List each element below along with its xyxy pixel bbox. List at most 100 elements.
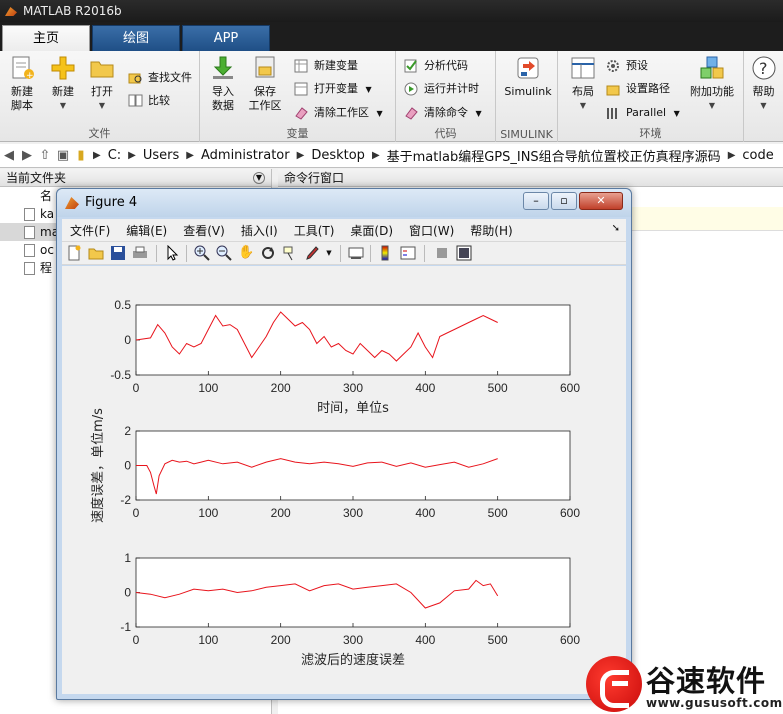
figure-titlebar[interactable]: Figure 4 – ▫ ✕ [57,189,631,217]
new-variable-button[interactable]: 新建变量 [294,57,358,75]
addons-button[interactable]: 附加功能 ▼ [686,55,738,113]
breadcrumb-item[interactable]: C: [108,148,121,163]
clear-workspace-button[interactable]: 清除工作区 ▼ [294,104,383,122]
figure-canvas[interactable]: 0 100 200 300 400 500 600 0.5 0 -0.5 时间，单位s 0 100 200… [62,266,626,694]
open-variable-icon [294,82,309,96]
rotate-icon[interactable] [260,245,276,261]
new-label: 新建 [52,85,74,98]
menu-view[interactable]: 查看(V) [183,222,225,239]
breadcrumb-item[interactable]: Users [143,148,179,163]
maximize-button[interactable]: ▫ [551,192,577,210]
gususoft-logo-icon [586,656,642,712]
new-figure-icon[interactable] [66,245,82,261]
x-tick-label: 300 [343,381,363,395]
x-tick-label: 500 [488,633,508,647]
new-script-button[interactable]: + 新建 脚本 [1,55,43,113]
menu-window[interactable]: 窗口(W) [409,222,454,239]
layout-dropdown-icon[interactable]: ▼ [562,99,604,113]
analyze-code-button[interactable]: 分析代码 [404,57,468,75]
clear-commands-button[interactable]: 清除命令 ▼ [404,104,482,122]
colorbar-icon[interactable] [378,245,394,261]
browse-folder-icon[interactable]: ▣ [54,148,72,163]
hide-plot-tools-icon[interactable] [434,245,450,261]
x-axis-label: 时间，单位s [317,401,389,416]
file-name: ka [40,207,55,221]
menu-help[interactable]: 帮助(H) [470,222,512,239]
breadcrumb-item[interactable]: 基于matlab编程GPS_INS组合导航位置校正仿真程序源码 [387,146,721,165]
back-arrow-icon[interactable]: ◀ [0,148,18,163]
new-button[interactable]: 新建 ▼ [42,55,84,113]
print-icon[interactable] [132,245,148,261]
open-button[interactable]: 打开 ▼ [81,55,123,113]
ribbon-group-simulink: Simulink SIMULINK [496,51,558,142]
figure-menubar: 文件(F) 编辑(E) 查看(V) 插入(I) 工具(T) 桌面(D) 窗口(W… [62,219,626,241]
menu-file[interactable]: 文件(F) [70,222,110,239]
minimize-button[interactable]: – [523,192,549,210]
brush-icon[interactable] [304,245,320,261]
panel-menu-icon[interactable]: ▼ [253,172,265,184]
breadcrumb-item[interactable]: Administrator [201,148,290,163]
menu-edit[interactable]: 编辑(E) [126,222,167,239]
new-dropdown-icon[interactable]: ▼ [42,99,84,113]
layout-button[interactable]: 布局 ▼ [562,55,604,113]
tab-apps[interactable]: APP [182,25,270,51]
x-tick-label: 200 [271,506,291,520]
clear-commands-icon [404,106,419,120]
save-icon[interactable] [110,245,126,261]
toolbar-separator [186,245,187,262]
legend-icon[interactable] [400,245,416,261]
app-title: MATLAB R2016b [23,4,122,18]
parallel-dropdown-icon[interactable]: ▼ [674,109,680,118]
svg-text:?: ? [759,59,768,78]
breadcrumb-item[interactable]: code [742,148,773,163]
tab-plots[interactable]: 绘图 [92,25,180,51]
clear-workspace-icon [294,106,309,120]
up-folder-icon[interactable]: ⇧ [36,148,54,163]
open-dropdown-icon[interactable]: ▼ [81,99,123,113]
compare-label: 比较 [148,94,170,107]
group-label-file: 文件 [88,127,111,140]
open-variable-button[interactable]: 打开变量 ▼ [294,80,372,98]
menu-desktop[interactable]: 桌面(D) [350,222,393,239]
show-plot-tools-icon[interactable] [456,245,472,261]
open-variable-dropdown-icon[interactable]: ▼ [366,85,372,94]
data-cursor-icon[interactable] [282,245,298,261]
run-and-time-button[interactable]: 运行并计时 [404,80,479,98]
dock-arrow-icon[interactable]: ➘ [612,223,620,234]
clear-commands-label: 清除命令 [424,106,468,119]
tab-home[interactable]: 主页 [2,25,90,51]
close-button[interactable]: ✕ [579,192,623,210]
help-question-icon: ? [751,55,777,81]
ribbon-group-code: 分析代码 运行并计时 清除命令 ▼ 代码 [396,51,496,142]
zoom-in-icon[interactable] [194,245,210,261]
simulink-label: Simulink [504,85,552,98]
menu-insert[interactable]: 插入(I) [241,222,278,239]
run-and-time-label: 运行并计时 [424,82,479,95]
preferences-button[interactable]: 预设 [606,57,648,75]
pointer-icon[interactable] [164,244,180,261]
x-tick-label: 100 [198,506,218,520]
breadcrumb-item[interactable]: Desktop [311,148,365,163]
set-path-button[interactable]: 设置路径 [606,80,670,98]
column-header-label: 名 [40,189,53,203]
compare-button[interactable]: 比较 [128,92,170,110]
simulink-button[interactable]: Simulink [504,55,552,99]
current-folder-header: 当前文件夹 ▼ [0,169,271,187]
link-icon[interactable] [348,245,364,261]
forward-arrow-icon[interactable]: ▶ [18,148,36,163]
pan-icon[interactable]: ✋ [238,245,254,261]
save-workspace-button[interactable]: 保存 工作区 [244,55,286,113]
zoom-out-icon[interactable] [216,245,232,261]
addons-dropdown-icon[interactable]: ▼ [686,99,738,113]
help-dropdown-icon[interactable]: ▼ [744,99,783,113]
menu-tools[interactable]: 工具(T) [294,222,335,239]
parallel-button[interactable]: Parallel ▼ [606,104,680,122]
import-data-button[interactable]: 导入 数据 [202,55,244,113]
brush-dropdown-icon[interactable]: ▼ [324,245,334,261]
clear-commands-dropdown-icon[interactable]: ▼ [476,109,482,118]
help-button[interactable]: ? 帮助 ▼ [744,55,783,113]
clear-workspace-dropdown-icon[interactable]: ▼ [377,109,383,118]
open-file-icon[interactable] [88,245,104,261]
analyze-code-icon [404,59,419,73]
find-files-button[interactable]: 查找文件 [128,69,192,87]
